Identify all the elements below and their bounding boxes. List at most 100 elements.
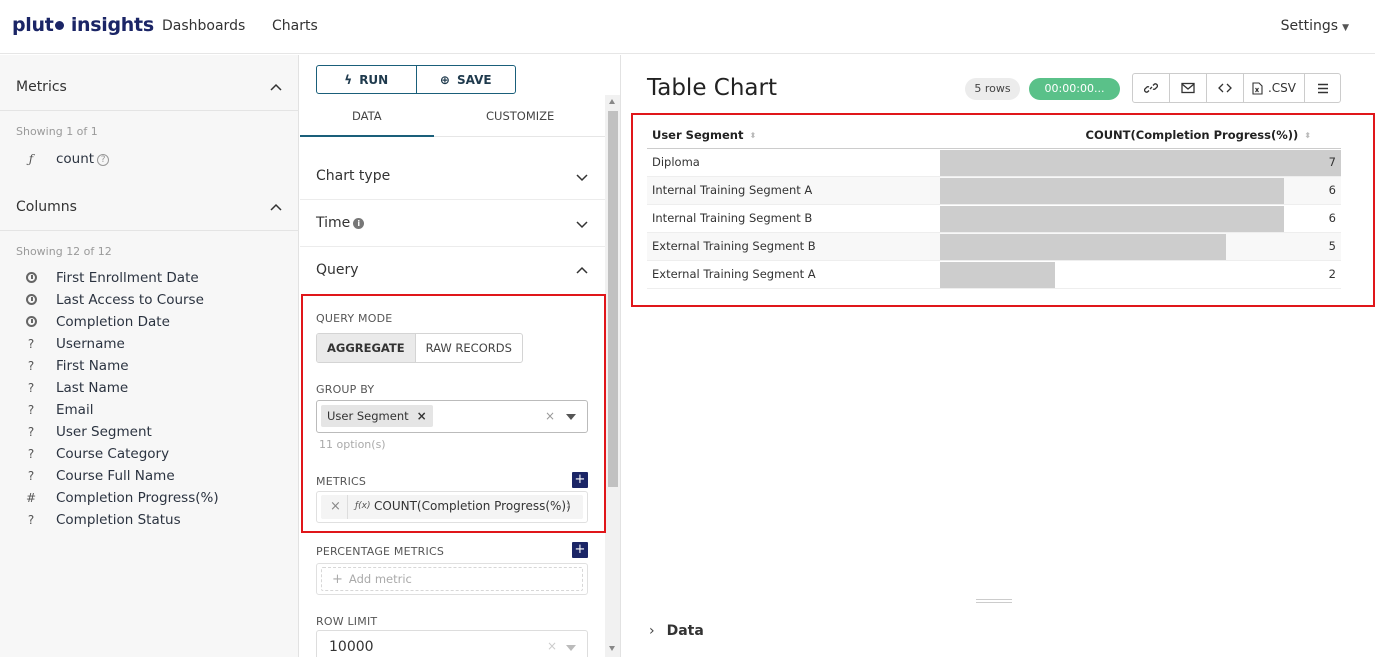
column-name: Last Name bbox=[56, 380, 129, 396]
hamburger-menu-icon bbox=[1317, 83, 1328, 93]
data-section-toggle[interactable]: › Data bbox=[649, 623, 704, 639]
numeric-icon: # bbox=[25, 491, 37, 505]
clear-icon[interactable]: × bbox=[547, 639, 557, 653]
link-icon bbox=[1144, 83, 1158, 93]
clear-icon[interactable]: × bbox=[545, 409, 555, 423]
time-label: Time bbox=[316, 215, 351, 231]
query-mode-toggle: AGGREGATE RAW RECORDS bbox=[316, 333, 523, 363]
group-by-chip: User Segment × bbox=[321, 405, 433, 427]
chevron-down-icon[interactable] bbox=[576, 171, 588, 183]
string-icon: ? bbox=[27, 513, 35, 527]
table-row[interactable]: External Training Segment A 2 bbox=[647, 261, 1341, 289]
column-name: First Enrollment Date bbox=[56, 270, 199, 286]
string-icon: ? bbox=[27, 359, 35, 373]
column-item[interactable]: ? Course Category bbox=[24, 446, 169, 468]
group-by-chip-label: User Segment bbox=[327, 409, 409, 423]
column-item[interactable]: ? Course Full Name bbox=[24, 468, 175, 490]
chart-title[interactable]: Table Chart bbox=[647, 75, 777, 101]
metric-item-count[interactable]: ƒ count? bbox=[24, 151, 110, 173]
help-icon[interactable]: ? bbox=[97, 154, 110, 166]
column-item[interactable]: ? User Segment bbox=[24, 424, 152, 446]
code-icon bbox=[1218, 83, 1232, 93]
metrics-label: METRICS bbox=[316, 475, 367, 488]
resize-handle[interactable] bbox=[976, 599, 1012, 603]
mode-raw-records-button[interactable]: RAW RECORDS bbox=[416, 334, 522, 362]
metrics-count: Showing 1 of 1 bbox=[16, 125, 98, 138]
group-by-label: GROUP BY bbox=[316, 383, 375, 396]
share-link-button[interactable] bbox=[1133, 74, 1170, 102]
email-button[interactable] bbox=[1170, 74, 1207, 102]
row-limit-label: ROW LIMIT bbox=[316, 615, 378, 628]
top-navbar: plut insights Dashboards Charts Settings… bbox=[0, 0, 1375, 54]
column-item[interactable]: Last Access to Course bbox=[24, 292, 204, 314]
divider bbox=[300, 246, 605, 247]
add-metric-icon[interactable]: + bbox=[572, 472, 588, 488]
sort-icon[interactable]: ⬍ bbox=[749, 123, 756, 149]
chevron-right-icon[interactable]: › bbox=[566, 498, 571, 512]
column-item[interactable]: ? Username bbox=[24, 336, 125, 358]
column-name: User Segment bbox=[56, 424, 152, 440]
brand-logo[interactable]: plut insights bbox=[12, 14, 154, 36]
clock-icon bbox=[24, 315, 38, 329]
group-by-select[interactable]: User Segment × × bbox=[316, 400, 588, 433]
column-name: Completion Date bbox=[56, 314, 170, 330]
column-item[interactable]: ? First Name bbox=[24, 358, 129, 380]
add-metric-placeholder[interactable]: + Add metric bbox=[321, 567, 583, 591]
column-name: Course Category bbox=[56, 446, 170, 462]
add-percentage-metric-icon[interactable]: + bbox=[572, 542, 588, 558]
scrollbar-thumb[interactable] bbox=[608, 111, 618, 487]
table-row[interactable]: Internal Training Segment A 6 bbox=[647, 177, 1341, 205]
column-item[interactable]: First Enrollment Date bbox=[24, 270, 199, 292]
run-button[interactable]: ϟ RUN bbox=[317, 66, 416, 93]
file-excel-icon bbox=[1252, 81, 1263, 95]
query-section[interactable]: Query bbox=[316, 262, 359, 278]
caret-down-icon[interactable] bbox=[566, 645, 576, 651]
nav-charts[interactable]: Charts bbox=[272, 18, 318, 34]
nav-dashboards[interactable]: Dashboards bbox=[162, 18, 245, 34]
string-icon: ? bbox=[27, 469, 35, 483]
row-count-badge: 5 rows bbox=[965, 78, 1020, 100]
embed-code-button[interactable] bbox=[1207, 74, 1244, 102]
sort-icon[interactable]: ⬍ bbox=[1304, 123, 1311, 149]
remove-metric-icon[interactable]: × bbox=[330, 499, 341, 514]
cell-user-segment: External Training Segment B bbox=[652, 239, 816, 253]
caret-down-icon[interactable] bbox=[566, 414, 576, 420]
column-item[interactable]: ? Email bbox=[24, 402, 94, 424]
column-header-user-segment[interactable]: User Segment ⬍ bbox=[652, 122, 756, 148]
percentage-metrics-field[interactable]: + Add metric bbox=[316, 563, 588, 595]
column-item[interactable]: ? Last Name bbox=[24, 380, 128, 402]
column-header-count[interactable]: COUNT(Completion Progress(%)) ⬍ bbox=[1086, 122, 1312, 148]
chart-controls-panel: ϟ RUN ⊕ SAVE DATA CUSTOMIZE Chart type Tim… bbox=[300, 55, 621, 657]
chevron-up-icon[interactable] bbox=[270, 202, 282, 214]
metric-chip[interactable]: × ƒ(x) COUNT(Completion Progress(%)) › bbox=[321, 495, 583, 519]
cell-user-segment: Internal Training Segment B bbox=[652, 211, 813, 225]
header-label: COUNT(Completion Progress(%)) bbox=[1085, 128, 1299, 142]
column-item[interactable]: ? Completion Status bbox=[24, 512, 181, 534]
export-csv-button[interactable]: .CSV bbox=[1244, 74, 1305, 102]
chevron-down-icon[interactable] bbox=[576, 218, 588, 230]
remove-chip-icon[interactable]: × bbox=[417, 405, 427, 427]
chevron-up-icon[interactable] bbox=[270, 82, 282, 94]
table-row[interactable]: External Training Segment B 5 bbox=[647, 233, 1341, 261]
info-icon[interactable]: i bbox=[353, 218, 365, 229]
metric-selector[interactable]: × ƒ(x) COUNT(Completion Progress(%)) › bbox=[316, 491, 588, 523]
column-item[interactable]: Completion Date bbox=[24, 314, 170, 336]
mode-aggregate-button[interactable]: AGGREGATE bbox=[317, 334, 416, 362]
scroll-up-icon[interactable] bbox=[609, 99, 615, 104]
scroll-down-icon[interactable] bbox=[609, 646, 615, 651]
run-save-group: ϟ RUN ⊕ SAVE bbox=[316, 65, 516, 94]
column-item[interactable]: # Completion Progress(%) bbox=[24, 490, 219, 512]
time-section[interactable]: Time i bbox=[316, 215, 365, 231]
table-row[interactable]: Diploma 7 bbox=[647, 149, 1341, 177]
tab-data[interactable]: DATA bbox=[352, 109, 382, 123]
table-row[interactable]: Internal Training Segment B 6 bbox=[647, 205, 1341, 233]
row-limit-select[interactable]: 10000 × bbox=[316, 630, 588, 657]
chart-menu-button[interactable] bbox=[1305, 74, 1340, 102]
datasource-sidebar: Metrics Showing 1 of 1 ƒ count? Columns S… bbox=[0, 55, 299, 657]
tab-customize[interactable]: CUSTOMIZE bbox=[486, 109, 554, 123]
chart-type-section[interactable]: Chart type bbox=[316, 168, 390, 184]
chevron-up-icon[interactable] bbox=[576, 265, 588, 277]
divider bbox=[0, 110, 299, 111]
nav-settings[interactable]: Settings ▼ bbox=[1281, 18, 1349, 34]
save-button[interactable]: ⊕ SAVE bbox=[415, 66, 516, 93]
